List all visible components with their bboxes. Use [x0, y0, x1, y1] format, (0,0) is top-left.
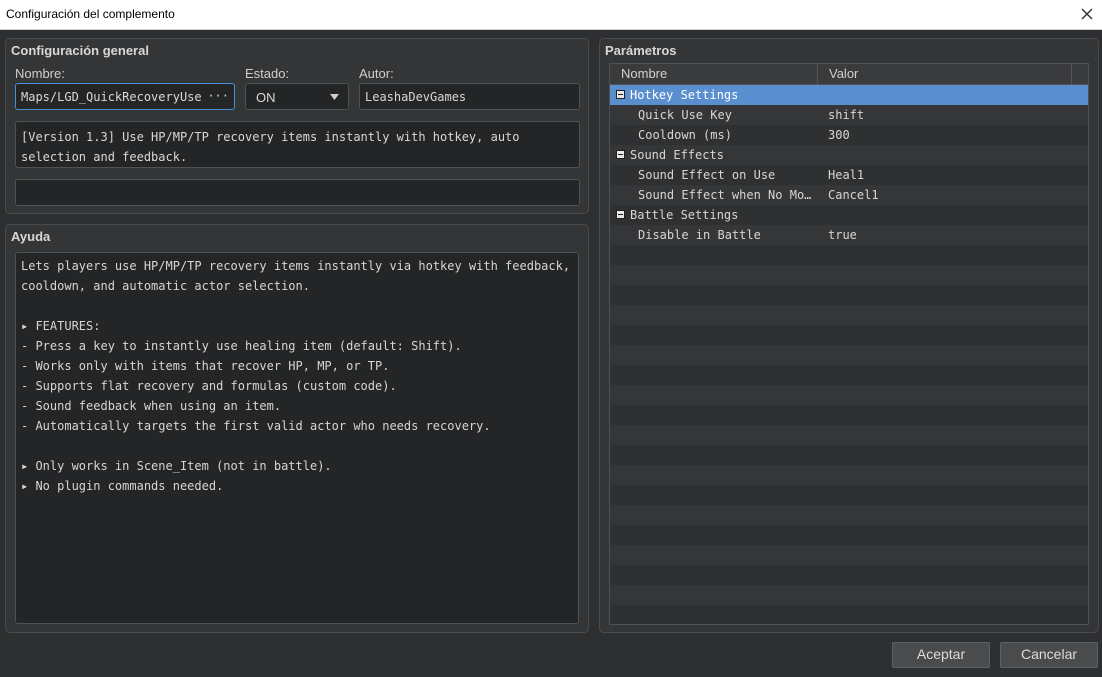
table-row[interactable]: Sound Effects: [610, 145, 1088, 165]
parameters-table[interactable]: Nombre Valor Hotkey Settings Quick Use Ke…: [609, 63, 1089, 625]
table-stripe: [610, 545, 1088, 565]
author-value: LeashaDevGames: [365, 90, 467, 104]
table-stripe: [610, 405, 1088, 425]
table-stripe: [610, 385, 1088, 405]
table-stripe: [610, 585, 1088, 605]
name-value: Maps/LGD_QuickRecoveryUse: [21, 90, 202, 104]
table-stripe: [610, 265, 1088, 285]
param-name: Sound Effect when No Mo…: [638, 188, 812, 202]
group-name: Sound Effects: [630, 148, 724, 162]
param-value: Heal1: [828, 168, 865, 182]
collapse-icon[interactable]: [616, 150, 625, 159]
table-stripe: [610, 525, 1088, 545]
name-label: Nombre:: [15, 66, 65, 81]
table-stripe: [610, 605, 1088, 624]
param-name: Cooldown (ms): [638, 128, 732, 142]
close-icon[interactable]: [1076, 3, 1098, 25]
table-header: Nombre Valor: [610, 64, 1088, 85]
browse-button[interactable]: ···: [207, 89, 229, 103]
general-settings-panel: Configuración general Nombre: Maps/LGD_Q…: [5, 38, 589, 214]
table-stripe: [610, 485, 1088, 505]
param-name: Quick Use Key: [638, 108, 732, 122]
table-stripe: [610, 325, 1088, 345]
table-stripe: [610, 305, 1088, 325]
table-stripe: [610, 465, 1088, 485]
status-select[interactable]: ON: [245, 83, 349, 110]
name-field[interactable]: Maps/LGD_QuickRecoveryUse ···: [15, 83, 235, 110]
table-row[interactable]: Disable in Battle true: [610, 225, 1088, 245]
collapse-icon[interactable]: [616, 90, 625, 99]
parameters-title: Parámetros: [605, 43, 677, 58]
table-stripe: [610, 425, 1088, 445]
table-row[interactable]: Quick Use Key shift: [610, 105, 1088, 125]
cancel-button[interactable]: Cancelar: [1000, 642, 1098, 668]
table-stripe: [610, 285, 1088, 305]
help-text[interactable]: Lets players use HP/MP/TP recovery items…: [15, 252, 579, 624]
general-settings-title: Configuración general: [11, 43, 149, 58]
chevron-down-icon: [330, 94, 339, 100]
table-row[interactable]: Cooldown (ms) 300: [610, 125, 1088, 145]
accept-button[interactable]: Aceptar: [892, 642, 990, 668]
window-titlebar: Configuración del complemento: [0, 0, 1102, 30]
description-field[interactable]: [Version 1.3] Use HP/MP/TP recovery item…: [15, 121, 580, 168]
table-stripe: [610, 445, 1088, 465]
author-field[interactable]: LeashaDevGames: [359, 83, 580, 110]
table-stripe: [610, 505, 1088, 525]
table-stripe: [610, 345, 1088, 365]
column-name-header[interactable]: Nombre: [610, 64, 818, 84]
parameters-panel: Parámetros Nombre Valor Hotkey Settings Q…: [599, 38, 1099, 633]
param-value: Cancel1: [828, 188, 879, 202]
param-value: 300: [828, 128, 850, 142]
table-row[interactable]: Sound Effect on Use Heal1: [610, 165, 1088, 185]
collapse-icon[interactable]: [616, 210, 625, 219]
param-name: Sound Effect on Use: [638, 168, 776, 182]
group-name: Hotkey Settings: [630, 88, 739, 102]
param-value: true: [828, 228, 857, 242]
help-title: Ayuda: [11, 229, 51, 244]
status-label: Estado:: [245, 66, 290, 81]
author-label: Autor:: [359, 66, 394, 81]
table-stripe: [610, 365, 1088, 385]
status-value: ON: [256, 90, 276, 105]
dialog-body: Configuración general Nombre: Maps/LGD_Q…: [0, 30, 1102, 677]
table-stripe: [610, 565, 1088, 585]
table-stripe: [610, 245, 1088, 265]
param-value: shift: [828, 108, 865, 122]
column-value-header[interactable]: Valor: [818, 64, 1072, 84]
table-row[interactable]: Battle Settings: [610, 205, 1088, 225]
table-row[interactable]: Sound Effect when No Mo… Cancel1: [610, 185, 1088, 205]
window-title: Configuración del complemento: [6, 7, 175, 21]
param-name: Disable in Battle: [638, 228, 761, 242]
table-row[interactable]: Hotkey Settings: [610, 85, 1088, 105]
help-panel: Ayuda Lets players use HP/MP/TP recovery…: [5, 224, 589, 633]
extra-field[interactable]: [15, 179, 580, 206]
group-name: Battle Settings: [630, 208, 739, 222]
